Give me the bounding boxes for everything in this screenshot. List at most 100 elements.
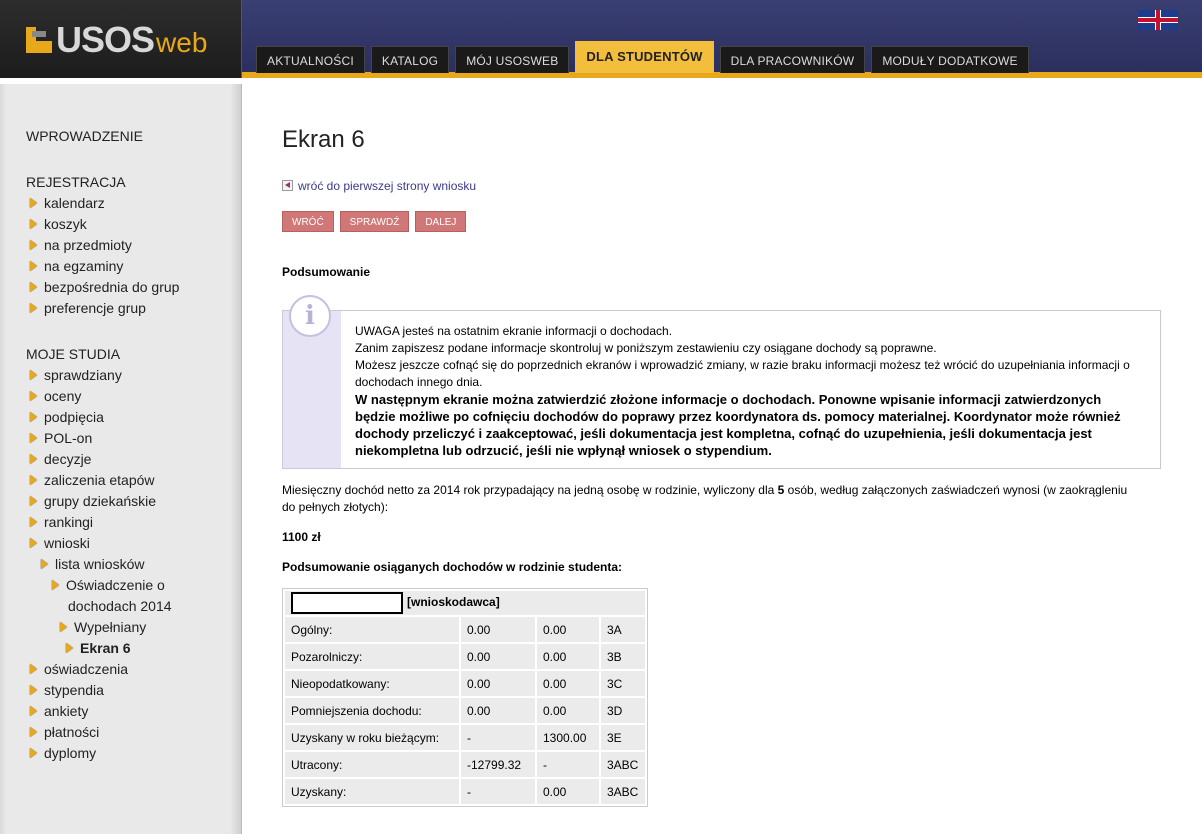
bullet-icon [30,240,37,251]
table-cell: Pomniejszenia dochodu: [285,698,459,723]
main-nav: AKTUALNOŚCI KATALOG MÓJ USOSWEB DLA STUD… [256,41,1029,73]
bullet-icon [30,412,37,423]
table-row: Ogólny: 0.00 0.00 3A [285,617,645,642]
summary-heading: Podsumowanie [282,265,371,279]
sidebar-item-rankingi[interactable]: rankingi [30,512,93,533]
table-cell: 0.00 [461,698,535,723]
table-row: Uzyskany: - 0.00 3ABC [285,779,645,804]
sidebar-item-oswiadczenia[interactable]: oświadczenia [30,659,128,680]
bullet-icon [30,433,37,444]
bullet-icon [66,643,73,654]
back-button[interactable]: WRÓĆ [282,211,334,232]
tab-aktualnosci[interactable]: AKTUALNOŚCI [256,46,365,73]
bullet-icon [30,496,37,507]
sidebar-section-rejestracja[interactable]: REJESTRACJA [26,174,126,190]
table-cell: Pozarolniczy: [285,644,459,669]
sidebar-item-preferencje[interactable]: preferencje grup [30,298,146,319]
sidebar-item-na-przedmioty[interactable]: na przedmioty [30,235,132,256]
table-cell: 3ABC [601,779,645,804]
table-cell: 0.00 [537,779,599,804]
tab-moduly-dodatkowe[interactable]: MODUŁY DODATKOWE [871,46,1029,73]
table-cell: 0.00 [537,671,599,696]
notice-line-1: UWAGA jesteś na ostatnim ekranie informa… [355,324,673,338]
page-title: Ekran 6 [282,126,365,153]
income-description: Miesięczny dochód netto za 2014 rok przy… [282,483,1128,514]
sidebar-section-moje-studia[interactable]: MOJE STUDIA [26,346,120,362]
bullet-icon [30,664,37,675]
bullet-icon [60,622,67,633]
sidebar-item-wnioski[interactable]: wnioski [30,533,90,554]
table-cell: - [461,725,535,750]
logo-mark-icon [26,25,52,55]
table-cell: 3ABC [601,752,645,777]
sidebar-item-lista-wnioskow[interactable]: lista wniosków [41,554,144,575]
sidebar-item-ankiety[interactable]: ankiety [30,701,88,722]
notice-box: i UWAGA jesteś na ostatnim ekranie infor… [282,295,1161,469]
table-cell: 3A [601,617,645,642]
table-cell: Uzyskany: [285,779,459,804]
sidebar-item-pol-on[interactable]: POL-on [30,428,92,449]
sidebar-item-decyzje[interactable]: decyzje [30,449,91,470]
header: USOS web AKTUALNOŚCI KATALOG MÓJ USOSWEB… [0,0,1202,78]
table-cell: 3B [601,644,645,669]
check-button[interactable]: SPRAWDŹ [339,211,410,232]
sidebar-item-podpiecia[interactable]: podpięcia [30,407,104,428]
table-cell: 3C [601,671,645,696]
table-row: Pozarolniczy: 0.00 0.00 3B [285,644,645,669]
bullet-icon [41,559,48,570]
sidebar-item-oswiadczenie-line2[interactable]: dochodach 2014 [68,596,172,617]
tab-dla-studentow[interactable]: DLA STUDENTÓW [575,41,714,73]
back-arrow-icon [282,180,293,192]
uk-flag-icon[interactable] [1138,10,1178,30]
bullet-icon [30,303,37,314]
table-cell: 0.00 [461,671,535,696]
sidebar-item-ekran-6[interactable]: Ekran 6 [66,638,131,659]
bullet-icon [30,517,37,528]
sidebar-item-zaliczenia[interactable]: zaliczenia etapów [30,470,155,491]
next-button[interactable]: DALEJ [415,211,467,232]
sidebar-item-na-egzaminy[interactable]: na egzaminy [30,256,123,277]
sidebar-item-oceny[interactable]: oceny [30,386,81,407]
sidebar-item-platnosci[interactable]: płatności [30,722,99,743]
table-cell: Ogólny: [285,617,459,642]
notice-bold: W następnym ekranie można zatwierdzić zł… [355,392,1121,458]
table-cell: - [461,779,535,804]
bullet-icon [52,580,59,591]
sidebar-section-wprowadzenie[interactable]: WPROWADZENIE [26,128,143,144]
tab-dla-pracownikow[interactable]: DLA PRACOWNIKÓW [719,46,866,73]
back-to-first-page-link[interactable]: wróć do pierwszej strony wniosku [282,179,476,193]
logo-area: USOS web [0,0,242,78]
info-icon: i [289,295,331,337]
bullet-icon [30,706,37,717]
sidebar-item-wypelniany[interactable]: Wypełniany [60,617,146,638]
table-header-row: [wnioskodawca] [285,591,645,615]
applicant-label: [wnioskodawca] [407,595,500,610]
table-cell: 3E [601,725,645,750]
tab-moj-usosweb[interactable]: MÓJ USOSWEB [455,46,570,73]
notice-line-2: Zanim zapiszesz podane informacje skontr… [355,341,937,355]
table-row: Uzyskany w roku bieżącym: - 1300.00 3E [285,725,645,750]
sidebar-item-stypendia[interactable]: stypendia [30,680,104,701]
form-buttons: WRÓĆ SPRAWDŹ DALEJ [282,211,467,232]
sidebar-item-oswiadczenie[interactable]: Oświadczenie o [52,575,165,596]
sidebar-item-koszyk[interactable]: koszyk [30,214,87,235]
income-value: 1100 zł [282,530,321,544]
table-cell: 3D [601,698,645,723]
tab-katalog[interactable]: KATALOG [370,46,450,73]
bullet-icon [30,198,37,209]
logo-text: USOS [56,19,155,60]
bullet-icon [30,685,37,696]
table-cell: 0.00 [461,617,535,642]
sidebar-item-grupy[interactable]: grupy dziekańskie [30,491,156,512]
sidebar: WPROWADZENIE REJESTRACJA kalendarz koszy… [0,84,242,834]
table-cell: 0.00 [537,698,599,723]
sidebar-item-kalendarz[interactable]: kalendarz [30,193,105,214]
sidebar-item-sprawdziany[interactable]: sprawdziany [30,365,122,386]
bullet-icon [30,391,37,402]
bullet-icon [30,261,37,272]
table-row: Nieopodatkowany: 0.00 0.00 3C [285,671,645,696]
sidebar-item-bezposrednia[interactable]: bezpośrednia do grup [30,277,179,298]
usosweb-logo[interactable]: USOS web [26,19,207,60]
bullet-icon [30,454,37,465]
sidebar-item-dyplomy[interactable]: dyplomy [30,743,96,764]
